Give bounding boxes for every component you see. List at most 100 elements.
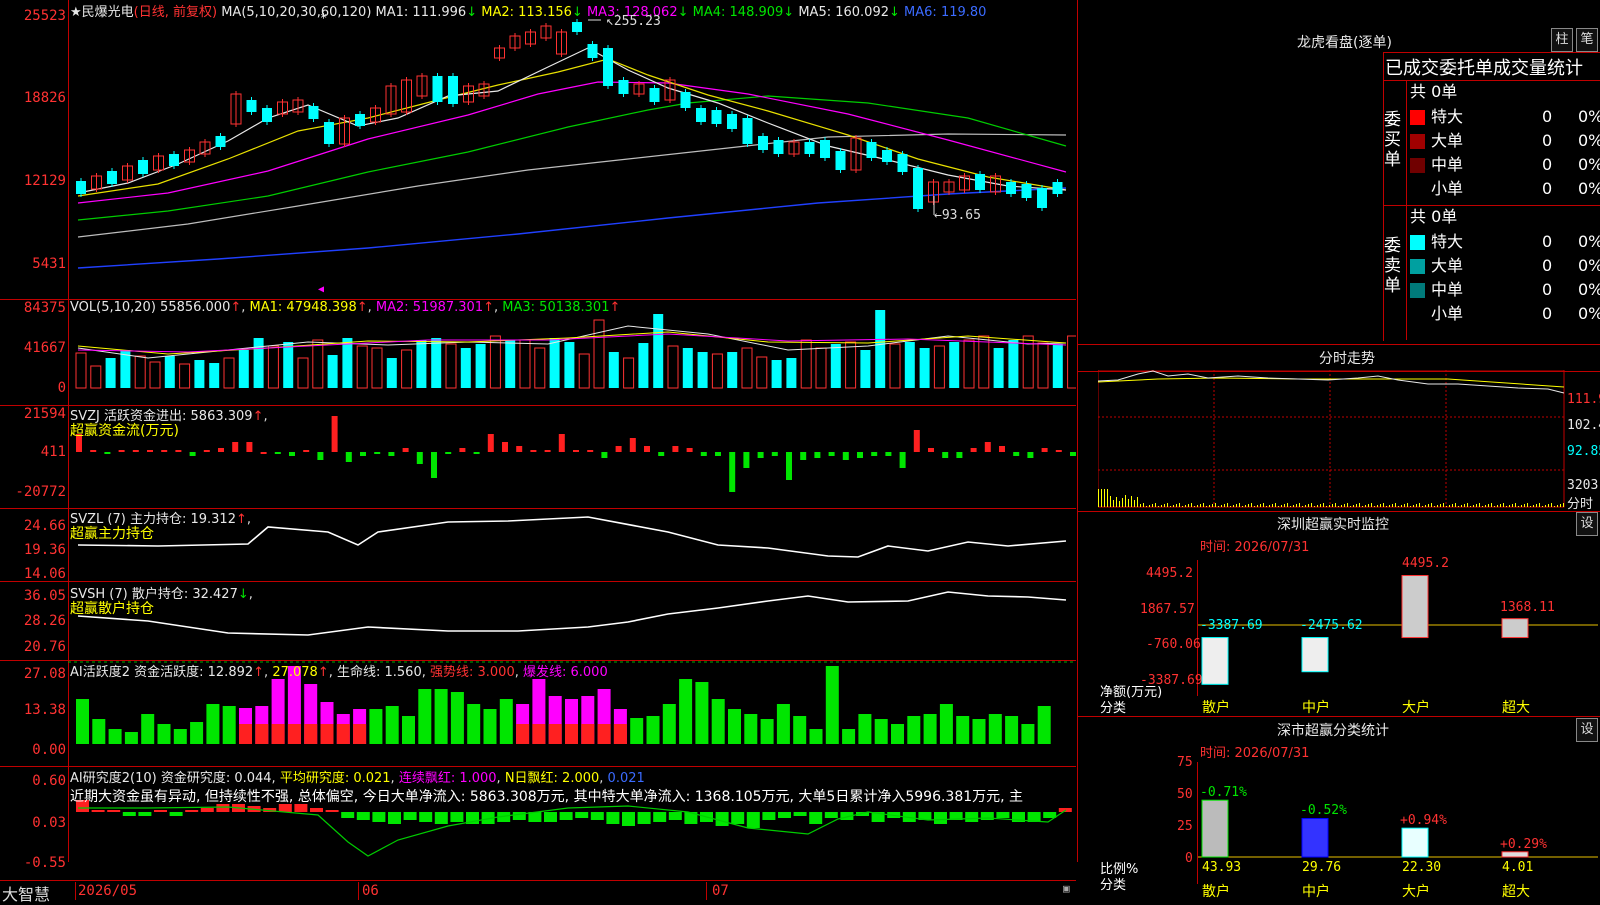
ai-active-bar (744, 714, 758, 744)
svzj-bar (715, 452, 721, 456)
candle-body (882, 150, 892, 162)
sz-monitor-xlabel: 分类 (1100, 701, 1127, 716)
sell-row: 大单 0 0% (1410, 254, 1600, 278)
volume-bar (475, 344, 486, 388)
volume-bar (815, 347, 827, 389)
svzj-bar (658, 452, 665, 456)
svzj-bar (331, 416, 338, 452)
volume-bar (860, 350, 871, 388)
intraday-volume-bar (1098, 489, 1099, 507)
volume-bar (460, 348, 471, 388)
color-swatch (1410, 158, 1425, 173)
candle-body (835, 151, 846, 170)
intraday-volume-bar (1362, 506, 1363, 507)
ai-active-bar (222, 706, 236, 744)
ai-research-bar (356, 812, 370, 820)
intraday-volume-bar (1218, 506, 1219, 507)
color-swatch (1410, 235, 1425, 250)
intraday-volume-bar (1101, 489, 1102, 507)
sell-total: 共 0单 (1410, 207, 1458, 226)
sz-monitor-settings-button[interactable]: 设 (1576, 512, 1598, 536)
intraday-volume-bar (1395, 503, 1396, 507)
intraday-volume-bar (1443, 503, 1444, 507)
stock-title[interactable]: ★民爆光电 (70, 5, 134, 20)
ai-research-bar (668, 812, 682, 820)
intraday-chart[interactable] (1098, 370, 1565, 508)
intraday-volume-bar (1116, 497, 1117, 507)
bar-view-button[interactable]: 柱 (1551, 28, 1573, 52)
volume-bar (401, 349, 413, 389)
intraday-volume-bar (1299, 503, 1300, 507)
svzj-bar (147, 450, 153, 452)
volume-bar (90, 365, 102, 389)
volume-bar (845, 341, 857, 389)
price-high-label: ↖255.23 (606, 14, 661, 29)
intraday-volume-bar (1257, 505, 1258, 507)
price-tick: 12129 (23, 173, 66, 189)
intraday-volume-bar (1290, 506, 1291, 507)
intraday-volume-bar (1128, 499, 1129, 507)
intraday-volume-bar (1200, 504, 1201, 507)
tick-view-button[interactable]: 笔 (1576, 28, 1598, 52)
ai-research-bar (325, 810, 339, 812)
ai-research-bar (372, 812, 386, 822)
candle-body (76, 181, 86, 194)
intraday-volume-bar (1287, 503, 1288, 507)
intraday-volume-bar (1311, 503, 1312, 507)
ai-active-header: AI活跃度2 资金活跃度: 12.892↑, 27.078↑, 生命线: 1.5… (70, 665, 608, 680)
intraday-volume-bar (1332, 504, 1333, 507)
intraday-volume-bar (1227, 503, 1228, 507)
volume-bar (771, 360, 782, 388)
candle-body (758, 136, 768, 150)
ai-active-tick: 13.38 (23, 702, 66, 718)
intraday-volume-bar (1545, 505, 1546, 507)
ai-research-bar (138, 812, 152, 816)
ai-active-bar (190, 722, 204, 744)
intraday-volume-bar (1239, 503, 1240, 507)
period-label[interactable]: (日线, 前复权) (134, 5, 217, 20)
price-low-label: ←93.65 (934, 208, 981, 223)
buy-side-label: 委买单 (1384, 110, 1401, 170)
ai-active-bar (907, 716, 921, 744)
sz-class-time: 时间: 2026/07/31 (1200, 746, 1310, 761)
vol-header: VOL(5,10,20) 55856.000↑, MA1: 47948.398↑… (70, 300, 621, 315)
svzj-bars (76, 416, 1076, 492)
intraday-volume-bar (1236, 504, 1237, 507)
intraday-volume-bar (1548, 504, 1549, 507)
ai-research-bar (778, 812, 791, 818)
ai-research-bar (746, 812, 760, 828)
ai-research-bar (715, 812, 729, 826)
intraday-volume-bar (1167, 503, 1168, 507)
ai-active-bar (662, 704, 676, 744)
candle-body (262, 108, 272, 122)
sz-class-settings-button[interactable]: 设 (1576, 718, 1598, 742)
ai-research-header: AI研究度2(10) 资金研究度: 0.044, 平均研究度: 0.021, 连… (70, 771, 645, 786)
intraday-volume-bar (1206, 506, 1207, 507)
candle-body (107, 171, 117, 184)
intraday-volume-bar (1404, 504, 1405, 507)
intraday-volume-bar (1122, 498, 1123, 507)
ai-research-bar (341, 812, 355, 818)
intraday-volume-bar (1551, 503, 1552, 507)
svzj-subtitle: 超赢资金流(万元) (70, 423, 179, 439)
ai-research-bar (590, 812, 604, 820)
color-swatch (1410, 110, 1425, 125)
intraday-volume-bar (1431, 503, 1432, 507)
chart-header: ★民爆光电(日线, 前复权) MA(5,10,20,30,60,120) MA1… (70, 5, 987, 20)
ai-active-bar (679, 679, 693, 744)
svzj-bar (558, 434, 565, 452)
svzj-bar (828, 452, 835, 456)
candle-body (913, 168, 923, 209)
intraday-volume-bar (1221, 505, 1222, 507)
bar-change-label: -0.71% (1200, 785, 1247, 800)
intraday-tick: 111.9 (1567, 392, 1600, 407)
ai-research-bar (637, 812, 651, 824)
intraday-volume-bar (1110, 496, 1111, 507)
color-swatch (1410, 259, 1425, 274)
intraday-volume-bar (1224, 504, 1225, 507)
lock-icon[interactable]: ▣ (1063, 882, 1070, 895)
intraday-volume-bar (1383, 503, 1384, 507)
brand-label[interactable]: 大智慧 (2, 881, 50, 905)
ai-research-comment: 近期大资金虽有异动, 但持续性不强, 总体偏空, 今日大单净流入: 5863.3… (70, 789, 1024, 805)
vol-tick: 84375 (23, 300, 66, 316)
